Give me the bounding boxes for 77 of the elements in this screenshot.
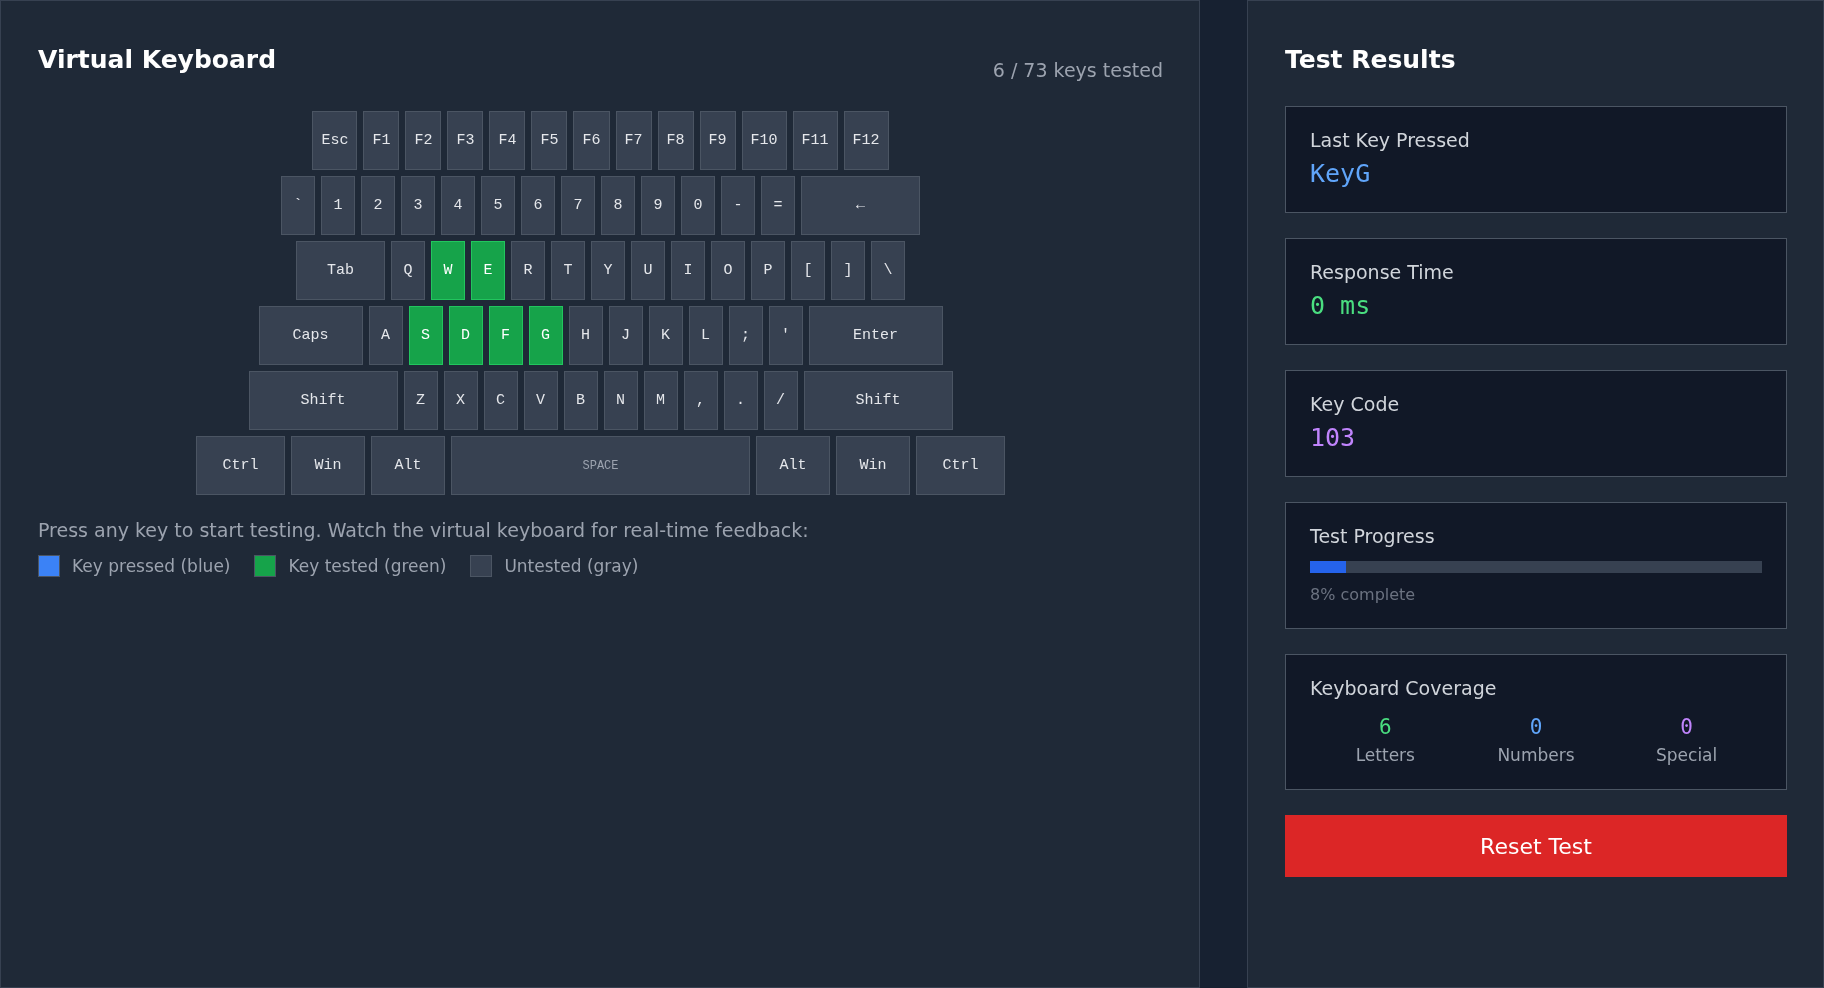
keyboard-key[interactable]: J bbox=[608, 306, 643, 365]
stat-value: 6 bbox=[1379, 715, 1392, 739]
keyboard-key[interactable]: / bbox=[763, 371, 798, 430]
keyboard-key[interactable]: B bbox=[563, 371, 598, 430]
keyboard-key[interactable]: 5 bbox=[481, 176, 515, 235]
stat-label: Numbers bbox=[1497, 745, 1575, 765]
keyboard-key[interactable]: Q bbox=[391, 241, 425, 300]
keyboard-key[interactable]: Z bbox=[403, 371, 438, 430]
card-value: KeyG bbox=[1310, 159, 1372, 188]
keyboard-key[interactable]: P bbox=[751, 241, 785, 300]
keyboard-key[interactable]: Alt bbox=[756, 436, 830, 495]
stat-value: 0 bbox=[1529, 715, 1543, 739]
keyboard-key[interactable]: O bbox=[711, 241, 745, 300]
keyboard-key[interactable]: 8 bbox=[601, 176, 635, 235]
keyboard-key[interactable]: - bbox=[721, 176, 755, 235]
keys-tested-counter: 6 / 73 keys tested bbox=[992, 59, 1163, 81]
keyboard-key[interactable]: N bbox=[603, 371, 638, 430]
keyboard-key[interactable]: \ bbox=[871, 241, 905, 300]
keyboard-key[interactable]: T bbox=[551, 241, 585, 300]
keyboard-key[interactable]: U bbox=[631, 241, 665, 300]
keyboard-key[interactable]: K bbox=[648, 306, 683, 365]
keyboard-key[interactable]: Shift bbox=[803, 371, 953, 430]
keyboard-key[interactable]: Win bbox=[291, 436, 365, 495]
keyboard-key[interactable]: ; bbox=[728, 306, 763, 365]
keyboard-key[interactable]: 6 bbox=[521, 176, 555, 235]
keyboard-key[interactable]: Caps bbox=[258, 306, 363, 365]
keyboard-key[interactable]: H bbox=[568, 306, 603, 365]
card-label: Test Progress bbox=[1310, 525, 1436, 547]
legend-label: Key tested (green) bbox=[288, 556, 447, 576]
panel-title: Test Results bbox=[1285, 44, 1457, 76]
keyboard-key[interactable]: Shift bbox=[248, 371, 398, 430]
keyboard-key[interactable]: 7 bbox=[561, 176, 595, 235]
keyboard-key[interactable]: , bbox=[683, 371, 718, 430]
legend-label: Key pressed (blue) bbox=[72, 556, 231, 576]
card-label: Keyboard Coverage bbox=[1310, 677, 1498, 699]
keyboard-key[interactable]: 2 bbox=[361, 176, 395, 235]
stat-label: Letters bbox=[1355, 745, 1415, 765]
keyboard-key[interactable]: 3 bbox=[401, 176, 435, 235]
keyboard-key[interactable]: [ bbox=[791, 241, 825, 300]
keyboard-key[interactable]: 0 bbox=[681, 176, 715, 235]
keyboard-key[interactable]: V bbox=[523, 371, 558, 430]
keyboard-key[interactable]: Ctrl bbox=[196, 436, 285, 495]
keyboard-key[interactable]: I bbox=[671, 241, 705, 300]
keyboard-key[interactable]: . bbox=[723, 371, 758, 430]
keyboard-key[interactable]: Tab bbox=[296, 241, 385, 300]
keyboard-key[interactable]: Enter bbox=[808, 306, 943, 365]
keyboard-key[interactable]: = bbox=[761, 176, 795, 235]
keyboard-key[interactable]: 9 bbox=[641, 176, 675, 235]
keyboard-key[interactable]: ← bbox=[801, 176, 920, 235]
keyboard-key[interactable]: Alt bbox=[371, 436, 445, 495]
keyboard-key[interactable]: ' bbox=[768, 306, 803, 365]
card-value: 0 ms bbox=[1310, 291, 1372, 320]
keyboard-key[interactable]: 1 bbox=[321, 176, 355, 235]
reset-button[interactable]: Reset Test bbox=[1285, 815, 1787, 877]
keyboard-key[interactable]: C bbox=[483, 371, 518, 430]
instructions-text: Press any key to start testing. Watch the virtual keyboard for real-time feedback: bbox=[38, 519, 810, 541]
keyboard-key[interactable]: Y bbox=[591, 241, 625, 300]
keyboard-key[interactable]: L bbox=[688, 306, 723, 365]
panel-title: Virtual Keyboard bbox=[38, 44, 277, 76]
keyboard-key[interactable]: A bbox=[368, 306, 403, 365]
card-label: Key Code bbox=[1310, 393, 1401, 415]
stat-label: Special bbox=[1656, 745, 1718, 765]
keyboard-key[interactable]: X bbox=[443, 371, 478, 430]
card-label: Last Key Pressed bbox=[1310, 129, 1471, 151]
keyboard-key[interactable]: M bbox=[643, 371, 678, 430]
keyboard-key[interactable]: Win bbox=[836, 436, 910, 495]
keyboard-key[interactable]: R bbox=[511, 241, 545, 300]
keyboard-key[interactable]: Ctrl bbox=[916, 436, 1005, 495]
keyboard-key[interactable]: 4 bbox=[441, 176, 475, 235]
keyboard-key[interactable]: ` bbox=[281, 176, 315, 235]
legend-label: Untested (gray) bbox=[504, 556, 639, 576]
progress-caption: 8% complete bbox=[1310, 585, 1417, 604]
keyboard-key[interactable]: ] bbox=[831, 241, 865, 300]
card-label: Response Time bbox=[1310, 261, 1455, 283]
card-value: 103 bbox=[1310, 423, 1357, 452]
stat-value: 0 bbox=[1680, 715, 1693, 739]
keyboard-key[interactable]: SPACE bbox=[451, 436, 750, 495]
